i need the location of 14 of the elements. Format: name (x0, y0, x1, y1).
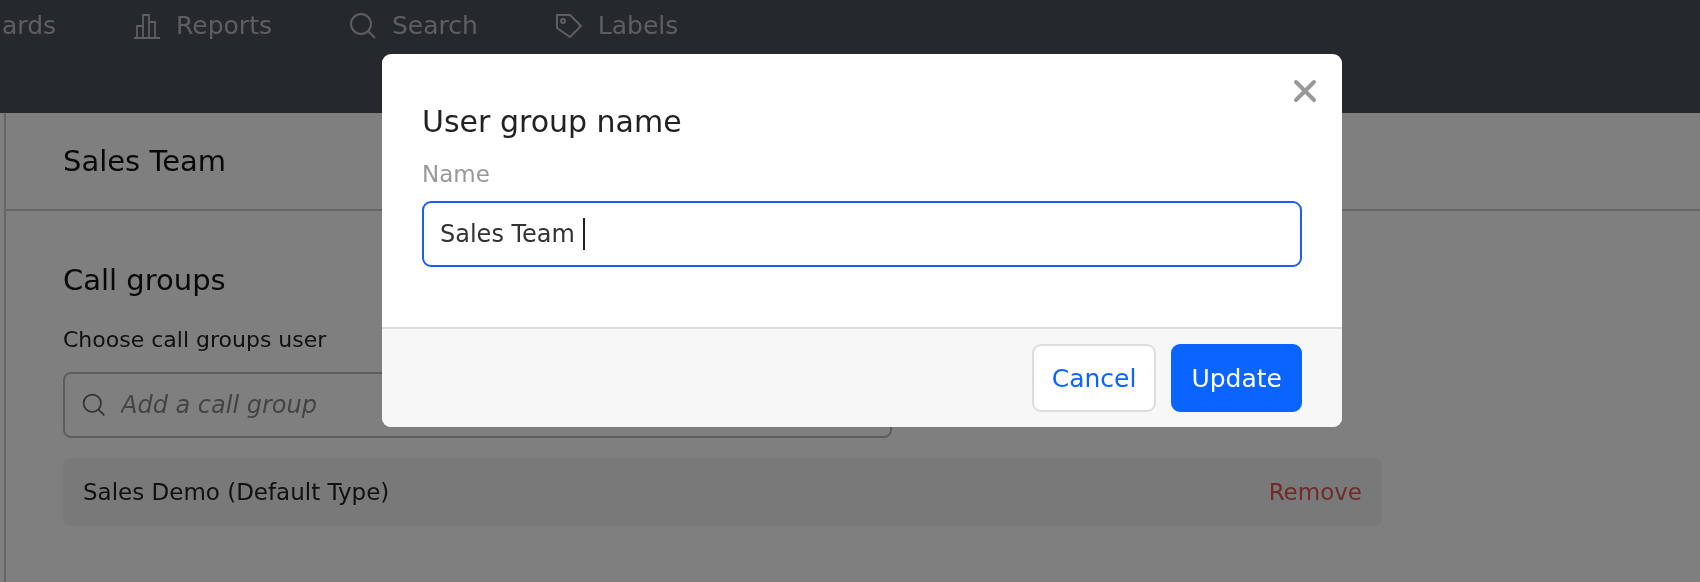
field-label: Name (422, 161, 491, 187)
update-button[interactable]: Update (1171, 344, 1302, 412)
search-icon (347, 11, 378, 41)
page-title: Sales Team (63, 144, 227, 178)
search-icon (81, 392, 107, 418)
remove-link[interactable]: Remove (1268, 479, 1362, 505)
cancel-button[interactable]: Cancel (1031, 344, 1157, 412)
section-description: Choose call groups user (63, 327, 328, 352)
name-field[interactable]: Sales Team (422, 201, 1302, 267)
dialog-title: User group name (422, 104, 683, 139)
tag-icon (553, 11, 584, 41)
section-title: Call groups (63, 263, 227, 297)
bar-chart-icon (132, 11, 163, 41)
call-group-name: Sales Demo (Default Type) (83, 479, 390, 505)
